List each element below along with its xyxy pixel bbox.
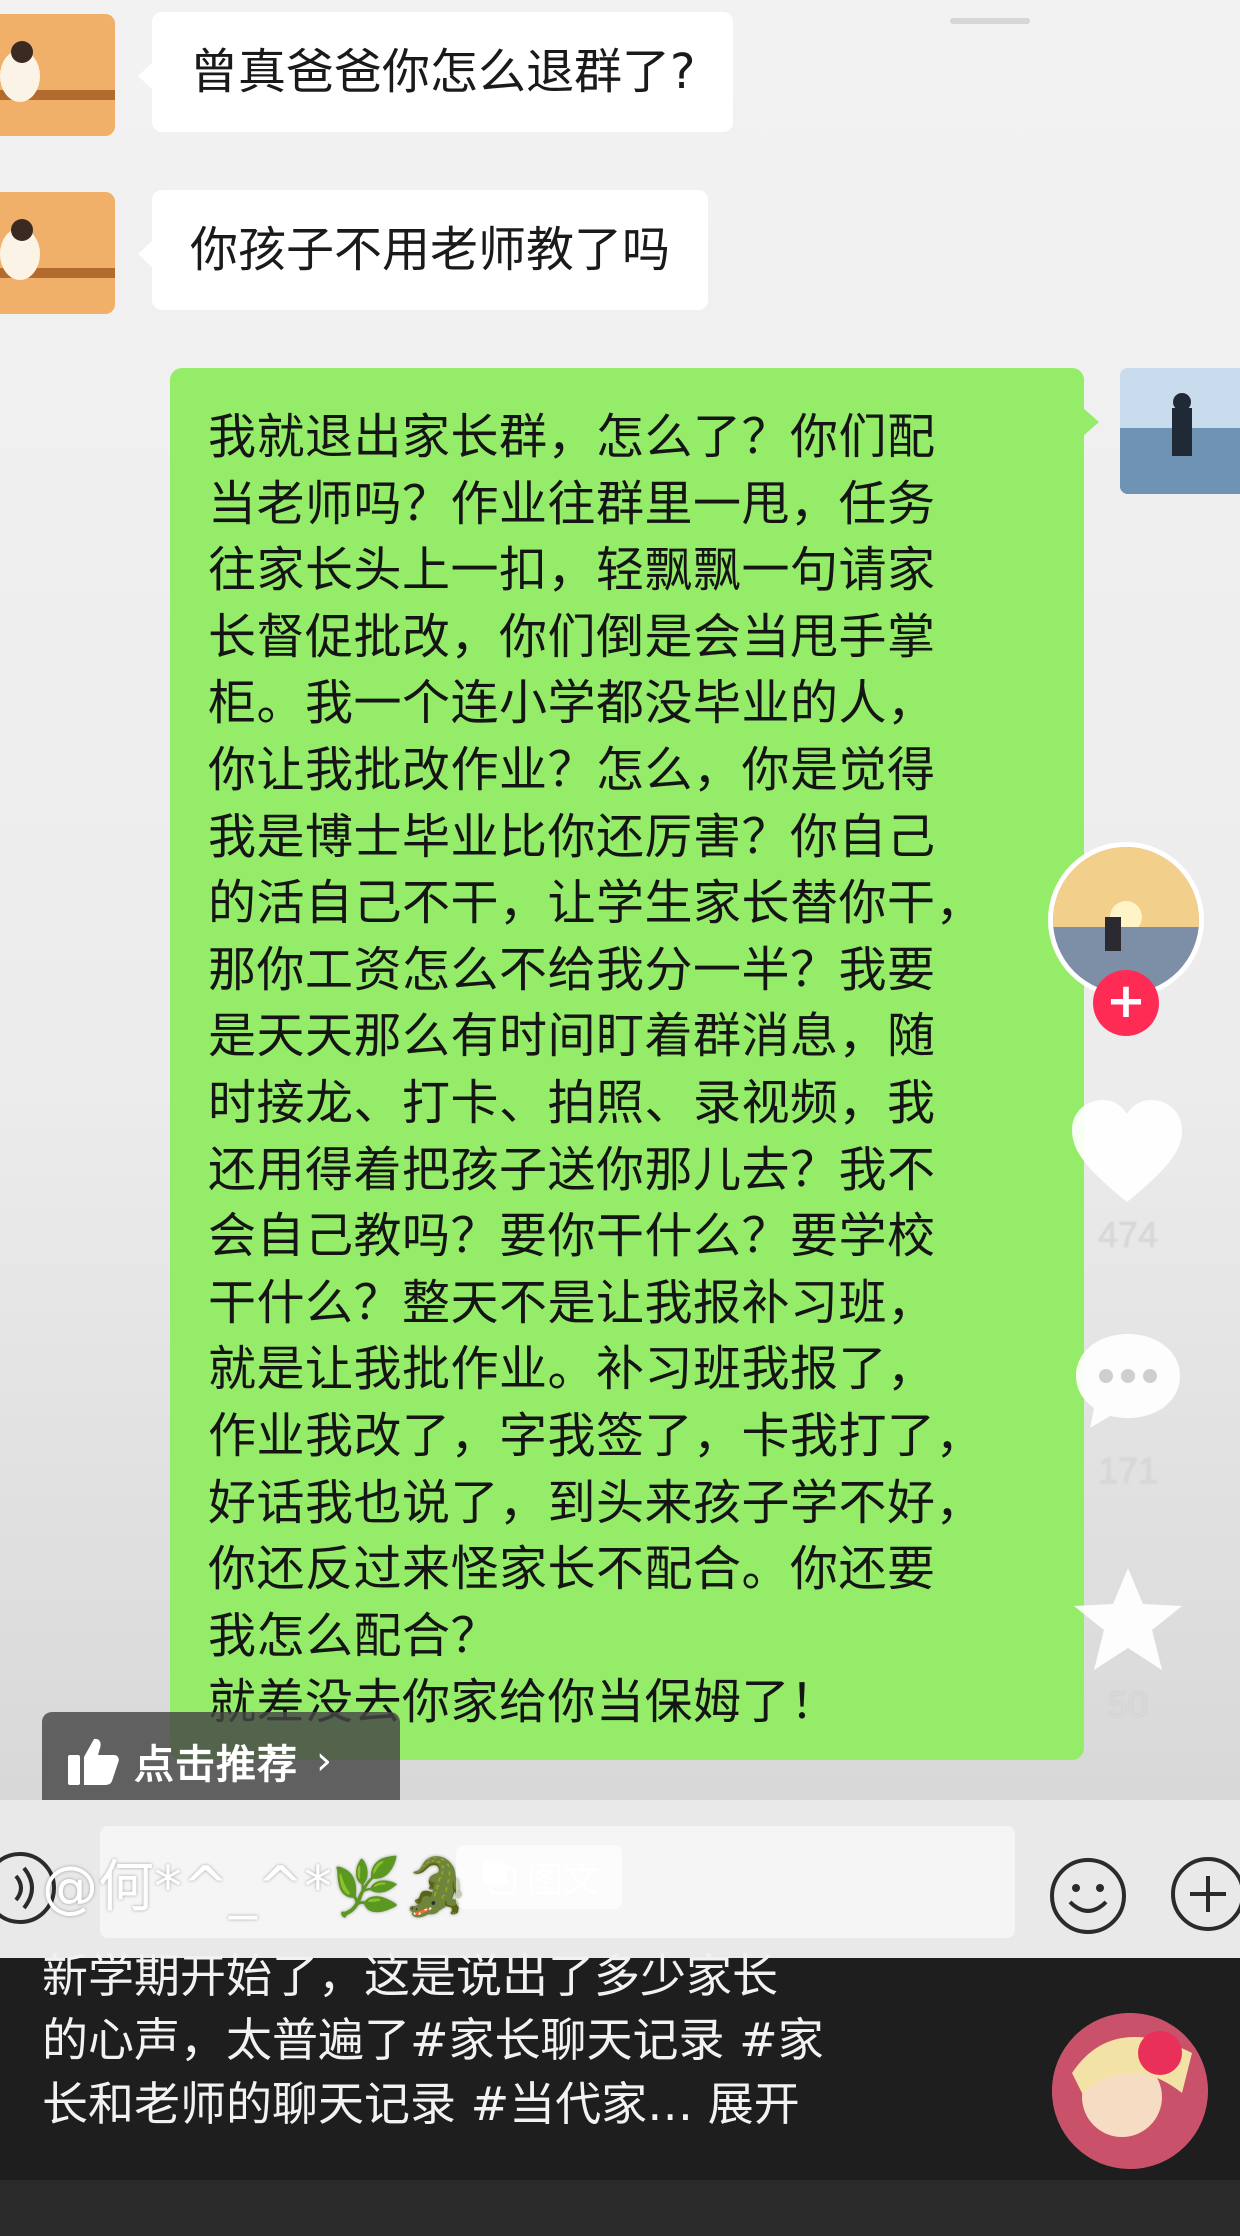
my-avatar-image: [1120, 368, 1240, 494]
comment-count: 171: [1097, 1450, 1159, 1491]
message-line: 长督促批改，你们倒是会当甩手掌: [208, 608, 936, 665]
thumbs-up-icon: [68, 1738, 119, 1785]
message-line: 作业我改了，字我签了，卡我打了，: [208, 1407, 985, 1464]
like-count: 474: [1097, 1214, 1159, 1255]
bottom-strip: [0, 2180, 1240, 2236]
message-line: 柜。我一个连小学都没毕业的人，: [208, 675, 936, 732]
sender-avatar[interactable]: [0, 192, 115, 314]
message-line: 我就退出家长群，怎么了？你们配: [208, 409, 936, 465]
incoming-message[interactable]: 曾真爸爸你怎么退群了?: [137, 12, 734, 132]
comment-icon[interactable]: [1072, 1330, 1184, 1430]
outgoing-message[interactable]: 我就退出家长群，怎么了？你们配 当老师吗？作业往群里一甩，任务 往家长头上一扣，…: [170, 368, 1099, 1760]
favorite-count: 50: [1107, 1684, 1149, 1725]
message-line: 是天天那么有时间盯着群消息，随: [208, 1008, 936, 1065]
sender-avatar-image: [0, 192, 115, 314]
message-text: 曾真爸爸你怎么退群了?: [190, 44, 696, 100]
drag-handle[interactable]: [950, 18, 1030, 24]
message-line: 你让我批改作业？怎么，你是觉得: [208, 741, 936, 798]
heart-icon[interactable]: [1068, 1098, 1186, 1206]
recommend-label: 点击推荐: [134, 1742, 298, 1788]
my-avatar[interactable]: [1120, 368, 1240, 494]
message-line: 我是博士毕业比你还厉害？你自己: [208, 808, 936, 865]
message-line: 你还反过来怪家长不配合。你还要: [208, 1541, 936, 1598]
follow-button[interactable]: +: [1093, 970, 1159, 1036]
chevron-right-icon: ›: [316, 1738, 332, 1784]
message-line: 干什么？整天不是让我报补习班，: [208, 1274, 936, 1331]
author-name[interactable]: @何*^_^*🌿🐊: [42, 1842, 471, 1923]
message-line: 当老师吗？作业往群里一甩，任务: [208, 475, 936, 532]
sender-avatar[interactable]: [0, 14, 115, 136]
message-line: 好话我也说了，到头来孩子学不好，: [208, 1474, 985, 1531]
sender-avatar-image: [0, 14, 115, 136]
message-line: 那你工资怎么不给我分一半？我要: [208, 941, 936, 998]
music-disc-image: [1052, 2013, 1208, 2169]
image-text-icon: [482, 1861, 517, 1895]
caption-line: 长和老师的聊天记录 #当代家… 展开: [42, 2077, 800, 2131]
post-type-label: 图文: [526, 1860, 599, 1901]
plus-icon[interactable]: [1168, 1854, 1240, 1934]
star-icon[interactable]: [1070, 1564, 1186, 1676]
caption-line: 新学期开始了，这是说出了多少家长: [42, 1949, 778, 2003]
message-line: 我怎么配合？: [208, 1607, 500, 1664]
caption-line: 的心声，太普遍了#家长聊天记录 #家: [42, 2013, 824, 2067]
message-line: 往家长头上一扣，轻飘飘一句请家: [208, 542, 936, 599]
message-line: 时接龙、打卡、拍照、录视频，我: [208, 1074, 936, 1131]
music-disc-avatar[interactable]: [1052, 2013, 1208, 2169]
incoming-message[interactable]: 你孩子不用老师教了吗: [137, 190, 709, 310]
emoji-icon[interactable]: [1048, 1856, 1128, 1936]
post-caption[interactable]: 新学期开始了，这是说出了多少家长 的心声，太普遍了#家长聊天记录 #家 长和老师…: [42, 1944, 942, 2136]
message-line: 会自己教吗？要你干什么？要学校: [208, 1208, 936, 1265]
recommend-button[interactable]: 点击推荐 ›: [42, 1712, 400, 1810]
message-text: 你孩子不用老师教了吗: [190, 222, 671, 278]
message-line: 就是让我批作业。补习班我报了，: [208, 1341, 936, 1398]
message-line: 的活自己不干，让学生家长替你干，: [208, 875, 985, 932]
message-line: 还用得着把孩子送你那儿去？我不: [208, 1141, 936, 1198]
post-type-tag: 图文: [456, 1845, 622, 1909]
